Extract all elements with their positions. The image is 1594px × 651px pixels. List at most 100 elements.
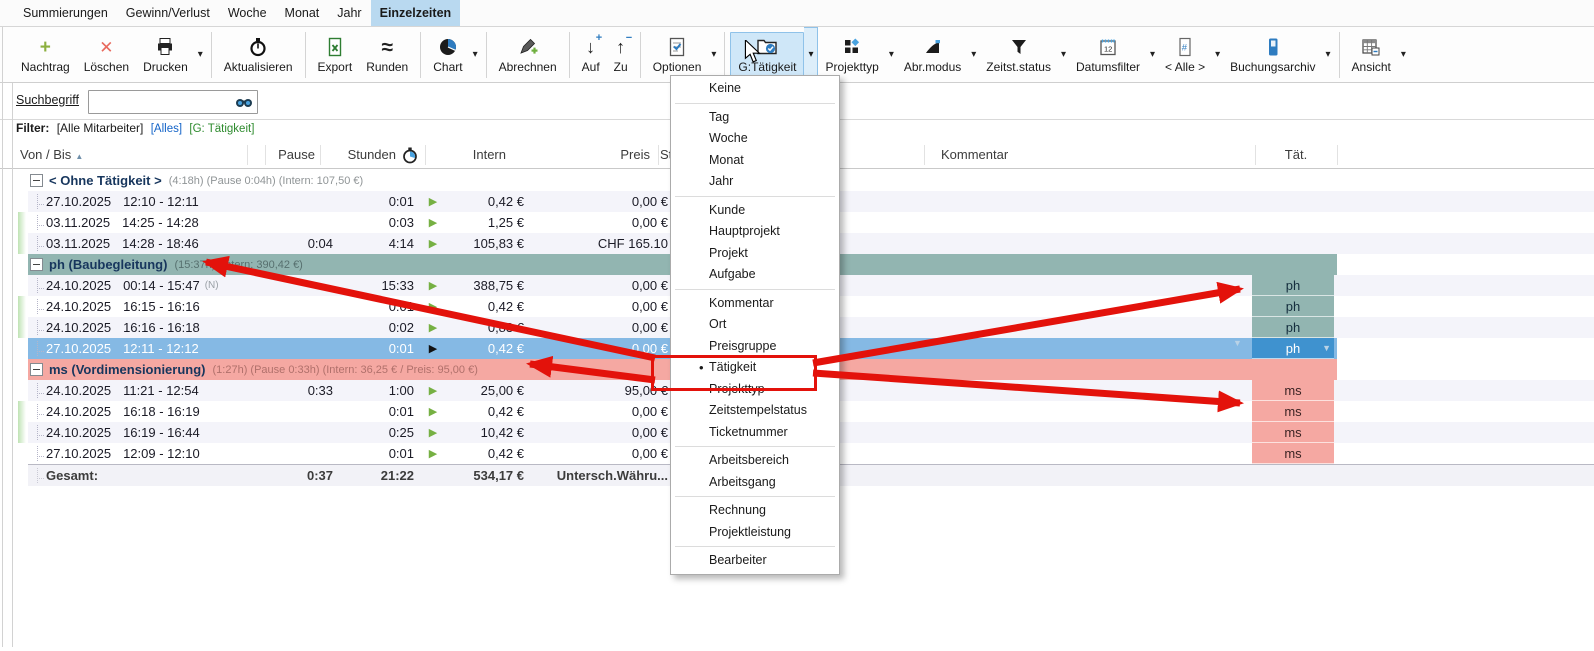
menu-item-projektleistung[interactable]: Projektleistung [671,522,839,544]
aktualisieren-button[interactable]: Aktualisieren [217,33,300,77]
datumsfilter-dropdown-arrow[interactable]: ▾ [1147,49,1158,60]
total-price-note: Untersch.Währu... [524,468,668,483]
menu-item-bearbeiter[interactable]: Bearbeiter [671,550,839,572]
tab-woche[interactable]: Woche [219,0,276,26]
buchungsarchiv-dropdown-arrow[interactable]: ▾ [1323,49,1334,60]
menu-item-preisgruppe[interactable]: Preisgruppe [671,336,839,358]
menu-item-zeitstempelstatus[interactable]: Zeitstempelstatus [671,400,839,422]
taetigkeit-cell[interactable]: ph▼ [1252,338,1334,359]
datumsfilter-button[interactable]: 12 Datumsfilter [1069,33,1147,77]
column-header-preis[interactable]: Preis [620,147,650,162]
menu-item-keine[interactable]: Keine [671,78,839,100]
optionen-dropdown-arrow[interactable]: ▾ [708,49,719,60]
zu-button[interactable]: ↑− Zu [607,33,635,77]
chart-dropdown-arrow[interactable]: ▾ [470,49,481,60]
menu-item-kommentar[interactable]: Kommentar [671,293,839,315]
header-divider [425,145,426,165]
tab-gewinn-verlust[interactable]: Gewinn/Verlust [117,0,219,26]
loeschen-button[interactable]: ✕ Löschen [77,33,136,77]
menu-item-projekt[interactable]: Projekt [671,243,839,265]
search-input[interactable] [88,90,258,114]
play-icon[interactable]: ▶ [414,426,452,439]
menu-item-ticketnummer[interactable]: Ticketnummer [671,422,839,444]
play-icon[interactable]: ▶ [414,447,452,460]
menu-item-jahr[interactable]: Jahr [671,171,839,193]
column-header-von-bis[interactable]: Von / Bis▲ [20,147,83,162]
runden-button[interactable]: ≈ Runden [359,33,415,77]
menu-item-rechnung[interactable]: Rechnung [671,500,839,522]
filter-scope[interactable]: [Alles] [151,123,182,135]
tab-einzelzeiten[interactable]: Einzelzeiten [371,0,461,26]
gtaetigkeit-button[interactable]: G:Tätigkeit [730,32,804,78]
menu-item-monat[interactable]: Monat [671,150,839,172]
menu-item-kunde[interactable]: Kunde [671,200,839,222]
play-icon[interactable]: ▶ [414,384,452,397]
plus-icon: + [40,36,51,59]
play-icon[interactable]: ▶ [414,342,452,355]
row-date: 24.10.2025 [46,320,111,335]
row-time: 11:21 - 12:54 [123,383,199,398]
filter-grouping[interactable]: [G: Tätigkeit] [189,123,254,135]
alle-button[interactable]: # < Alle > [1158,33,1212,77]
view-tab-bar: Summierungen Gewinn/Verlust Woche Monat … [0,0,1594,27]
ansicht-button[interactable]: Ansicht [1345,33,1398,77]
row-price: 0,00 € [524,341,668,356]
button-label: Optionen [653,60,702,74]
play-icon[interactable]: ▶ [414,405,452,418]
play-icon[interactable]: ▶ [414,195,452,208]
zeitststatus-button[interactable]: Zeitst.status [979,33,1058,77]
projekttyp-button[interactable]: Projekttyp [818,33,885,77]
row-time: 16:18 - 16:19 [123,404,200,419]
collapse-toggle-icon[interactable] [30,258,43,271]
ansicht-dropdown-arrow[interactable]: ▾ [1398,49,1409,60]
buchungsarchiv-button[interactable]: Buchungsarchiv [1223,33,1322,77]
menu-item-arbeitsgang[interactable]: Arbeitsgang [671,472,839,494]
pie-chart-icon [438,36,458,59]
column-header-intern[interactable]: Intern [473,147,506,162]
abrmodus-button[interactable]: Abr.modus [897,33,968,77]
tab-jahr[interactable]: Jahr [328,0,370,26]
toolbar-separator [305,32,306,78]
chart-button[interactable]: Chart [426,33,469,77]
taetigkeit-combo-arrow-icon[interactable]: ▼ [1322,338,1331,359]
menu-item-hauptprojekt[interactable]: Hauptprojekt [671,221,839,243]
projekttyp-dropdown-arrow[interactable]: ▾ [886,49,897,60]
column-header-kommentar[interactable]: Kommentar [941,147,1008,162]
tab-summierungen[interactable]: Summierungen [14,0,117,26]
kommentar-combo-arrow-icon[interactable]: ▼ [1233,338,1242,348]
header-divider [1255,145,1256,165]
drucken-button[interactable]: Drucken [136,33,195,77]
auf-button[interactable]: ↓+ Auf [575,33,607,77]
button-label: Aktualisieren [224,60,293,74]
menu-item-ort[interactable]: Ort [671,314,839,336]
approx-icon: ≈ [381,36,393,59]
collapse-toggle-icon[interactable] [30,363,43,376]
column-header-pause[interactable]: Pause [278,147,315,162]
menu-item-arbeitsbereich[interactable]: Arbeitsbereich [671,450,839,472]
play-icon[interactable]: ▶ [414,216,452,229]
zeitststatus-dropdown-arrow[interactable]: ▾ [1058,49,1069,60]
abrmodus-dropdown-arrow[interactable]: ▾ [968,49,979,60]
play-icon[interactable]: ▶ [414,237,452,250]
menu-item-tag[interactable]: Tag [671,107,839,129]
gtaetigkeit-dropdown-arrow[interactable]: ▾ [804,27,818,82]
alle-dropdown-arrow[interactable]: ▾ [1212,49,1223,60]
drucken-dropdown-arrow[interactable]: ▾ [195,49,206,60]
export-button[interactable]: Export [311,33,360,77]
collapse-toggle-icon[interactable] [30,174,43,187]
tab-monat[interactable]: Monat [276,0,329,26]
group-summary: (15:37h) (Intern: 390,42 €) [174,259,302,271]
play-icon[interactable]: ▶ [414,300,452,313]
nachtrag-button[interactable]: + Nachtrag [14,33,77,77]
row-time: 14:25 - 14:28 [122,215,199,230]
menu-item-aufgabe[interactable]: Aufgabe [671,264,839,286]
play-icon[interactable]: ▶ [414,279,452,292]
menu-item-woche[interactable]: Woche [671,128,839,150]
column-header-taetigkeit[interactable]: Tät. [1255,147,1337,162]
column-header-stunden[interactable]: Stunden [348,147,396,162]
filter-employees[interactable]: [Alle Mitarbeiter] [57,121,144,135]
button-label: Datumsfilter [1076,60,1140,74]
abrechnen-button[interactable]: Abrechnen [492,33,564,77]
play-icon[interactable]: ▶ [414,321,452,334]
optionen-button[interactable]: Optionen [646,33,709,77]
